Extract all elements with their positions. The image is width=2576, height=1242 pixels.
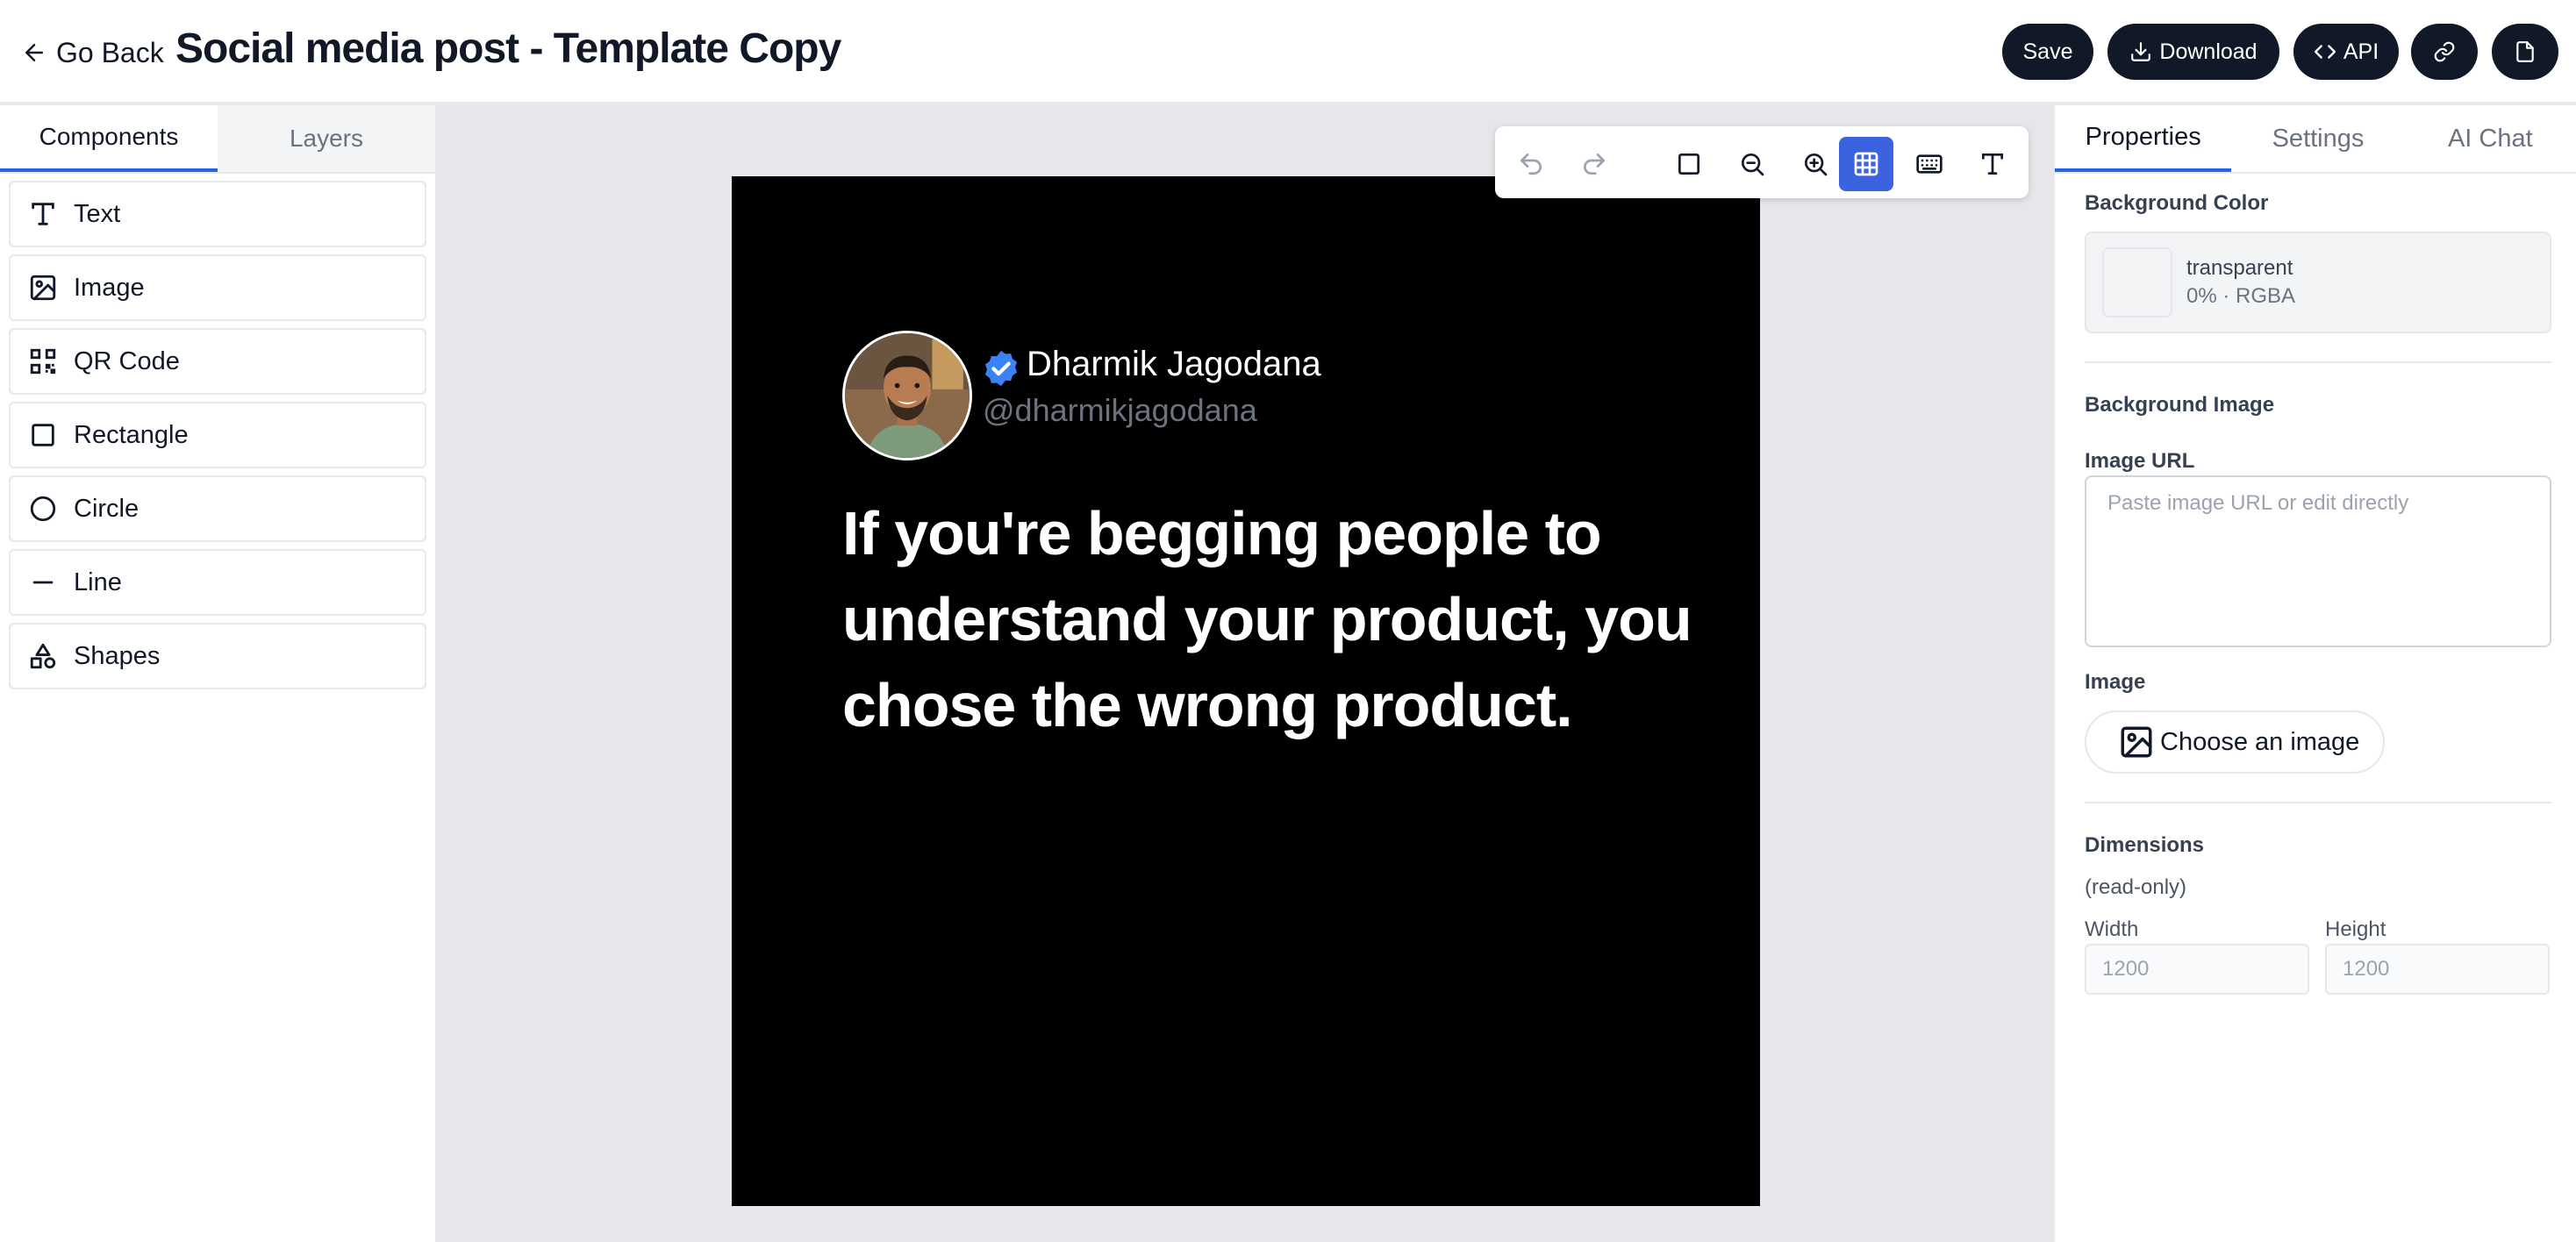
text-icon [32,203,54,225]
component-circle[interactable]: Circle [9,475,426,542]
link-icon [2434,41,2455,62]
height-input [2325,944,2550,995]
left-sidebar: Components Layers Text Image QR Code Rec… [0,105,437,1242]
go-back-label: Go Back [56,36,164,68]
zoom-out-button[interactable] [1725,137,1779,191]
zoom-in-button[interactable] [1788,137,1843,191]
component-line[interactable]: Line [9,549,426,616]
background-image-label: Background Image [2085,393,2275,417]
background-color-label: Background Color [2085,191,2269,215]
component-label: Image [74,273,145,302]
author-name[interactable]: Dharmik Jagodana [1027,345,1321,384]
app-header: Go Back Social media post - Template Cop… [0,0,2576,104]
save-label: Save [2022,39,2073,64]
zoom-in-icon [1805,153,1828,176]
keyboard-icon [1916,154,1943,174]
image-icon [30,275,56,301]
api-button[interactable]: API [2293,24,2399,80]
right-tabs: Properties Settings AI Chat [2055,105,2576,174]
circle-icon [30,496,56,522]
save-button[interactable]: Save [2002,24,2093,80]
author-avatar[interactable] [842,331,972,460]
share-link-button[interactable] [2411,24,2478,80]
download-icon [2131,42,2151,61]
undo-button[interactable] [1504,137,1558,191]
component-shapes[interactable]: Shapes [9,623,426,689]
author-handle[interactable]: @dharmikjagodana [983,392,1257,429]
section-divider [2085,361,2551,363]
shapes-icon [30,643,56,669]
text-tool-button[interactable] [1965,137,2020,191]
text-tool-icon [1982,153,2003,175]
component-label: Shapes [74,641,161,670]
code-icon [2314,45,2336,59]
post-quote-text[interactable]: If you're begging people to understand y… [842,490,1720,748]
grid-icon [1854,152,1878,176]
dimensions-label: Dimensions [2085,833,2205,857]
page-title: Social media post - Template Copy [175,25,841,72]
height-label: Height [2325,917,2386,941]
qr-code-icon [30,348,56,375]
redo-icon [1584,153,1605,175]
tab-settings[interactable]: Settings [2231,105,2404,172]
component-label: Rectangle [74,420,189,449]
component-image[interactable]: Image [9,254,426,321]
redo-button[interactable] [1567,137,1621,191]
document-button[interactable] [2492,24,2558,80]
image-url-input[interactable] [2085,475,2551,647]
color-value: transparent [2186,256,2293,280]
component-qr-code[interactable]: QR Code [9,328,426,395]
background-color-picker[interactable]: transparent 0% · RGBA [2085,232,2551,333]
component-label: QR Code [74,346,180,375]
go-back-button[interactable]: Go Back [21,32,164,74]
zoom-out-icon [1742,153,1764,176]
width-input [2085,944,2309,995]
choose-image-button[interactable]: Choose an image [2085,710,2385,774]
tab-ai-chat[interactable]: AI Chat [2405,105,2576,172]
tab-layers[interactable]: Layers [218,105,435,172]
select-frame-icon [1678,153,1699,175]
download-label: Download [2159,39,2258,64]
section-divider [2085,802,2551,803]
component-label: Line [74,567,122,596]
image-url-label: Image URL [2085,449,2195,473]
components-list: Text Image QR Code Rectangle Circle Line… [0,174,435,703]
file-icon [2516,41,2534,62]
color-swatch[interactable] [2102,247,2172,318]
arrow-left-icon [25,44,43,61]
color-meta: 0% · RGBA [2186,284,2296,308]
line-icon [32,581,54,584]
tab-components[interactable]: Components [0,105,218,172]
avatar-photo [845,333,970,458]
artboard[interactable]: Dharmik Jagodana @dharmikjagodana If you… [732,176,1760,1206]
image-label: Image [2085,670,2146,694]
left-tabs: Components Layers [0,105,435,174]
undo-icon [1521,153,1542,175]
download-button[interactable]: Download [2107,24,2279,80]
component-rectangle[interactable]: Rectangle [9,402,426,468]
choose-image-label: Choose an image [2160,727,2360,756]
right-sidebar: Properties Settings AI Chat Background C… [2053,105,2576,1242]
component-text[interactable]: Text [9,181,426,247]
grid-toggle-button[interactable] [1839,137,1893,191]
width-label: Width [2085,917,2139,941]
verified-badge-icon [984,350,1018,387]
image-icon [2121,726,2152,758]
component-label: Circle [74,494,140,523]
canvas-toolbar [1495,126,2029,198]
api-label: API [2343,39,2379,64]
canvas-area[interactable]: Dharmik Jagodana @dharmikjagodana If you… [437,105,2053,1242]
keyboard-shortcuts-button[interactable] [1902,137,1957,191]
tab-properties[interactable]: Properties [2055,105,2232,172]
rectangle-icon [32,424,54,446]
dimensions-note: (read-only) [2085,875,2187,899]
select-frame-button[interactable] [1662,137,1716,191]
component-label: Text [74,199,121,228]
